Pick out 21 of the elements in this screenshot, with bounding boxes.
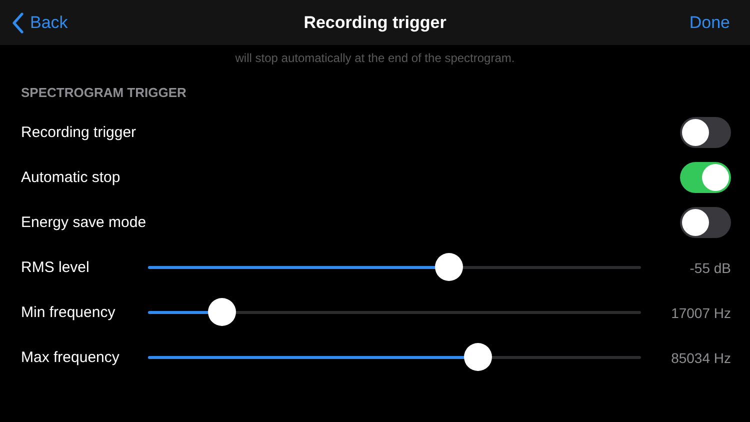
slider-value: -55 dB <box>688 260 731 276</box>
setting-label: Min frequency <box>21 304 116 321</box>
slider-value: 85034 Hz <box>670 350 731 366</box>
nav-title: Recording trigger <box>304 12 446 32</box>
setting-label: Max frequency <box>21 349 120 366</box>
toggle-switch[interactable] <box>680 117 731 148</box>
setting-label: Energy save mode <box>21 214 148 231</box>
chevron-left-icon <box>12 12 24 34</box>
slider-thumb[interactable] <box>434 253 463 281</box>
description-text: will stop automatically at the end of the spectrogram. <box>234 51 516 65</box>
toggle-switch[interactable] <box>680 162 731 193</box>
done-button[interactable]: Done <box>689 12 730 32</box>
slider-value: 17007 Hz <box>670 304 731 320</box>
slider-thumb[interactable] <box>464 343 492 371</box>
setting-label: Recording trigger <box>21 124 138 141</box>
back-button[interactable]: Back <box>12 12 68 34</box>
setting-label: Automatic stop <box>21 169 122 186</box>
slider-thumb[interactable] <box>208 298 236 326</box>
toggle-switch[interactable] <box>680 207 731 238</box>
setting-label: RMS level <box>21 259 90 276</box>
section-header: SPECTROGRAM TRIGGER <box>20 84 188 102</box>
